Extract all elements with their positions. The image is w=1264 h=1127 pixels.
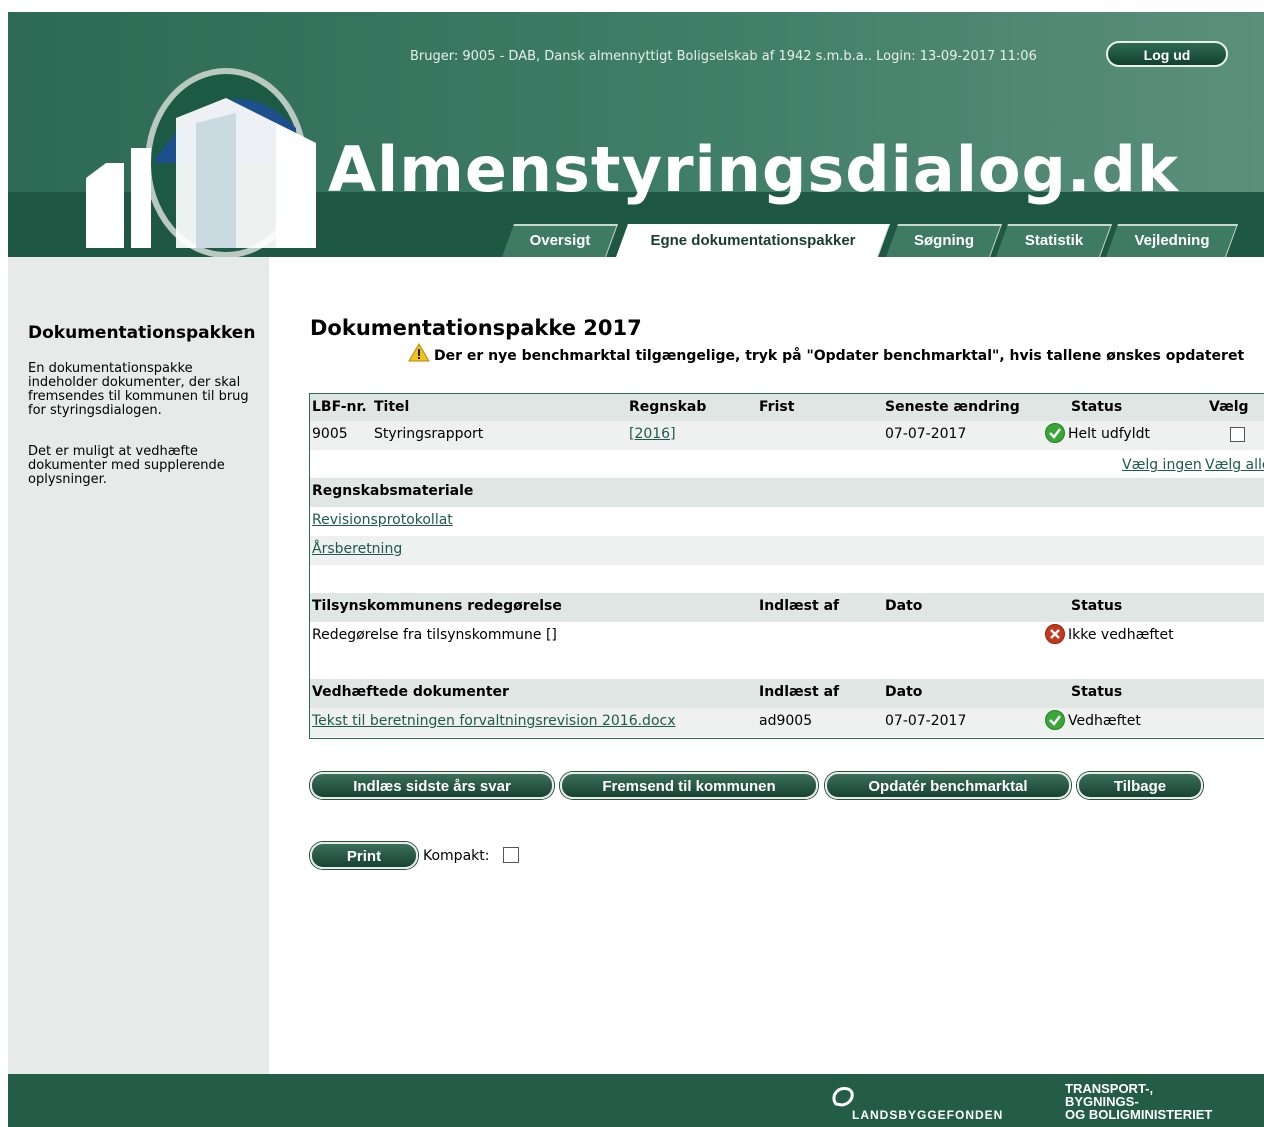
row-status: Helt udfyldt — [1045, 421, 1150, 448]
col-vaelg: Vælg — [1209, 399, 1249, 415]
tab-egne-dokumentationspakker[interactable]: Egne dokumentationspakker — [615, 224, 891, 257]
select-all-link[interactable]: Vælg alle — [1205, 452, 1264, 479]
error-circle-icon — [1045, 624, 1065, 644]
row-titel: Styringsrapport — [374, 426, 484, 442]
compact-label: Kompakt: — [423, 848, 490, 864]
select-none-link[interactable]: Vælg ingen — [1122, 452, 1202, 479]
tab-oversigt[interactable]: Oversigt — [501, 224, 619, 257]
tilsyn-title: Redegørelse fra tilsynskommune [] — [312, 627, 557, 643]
attached-indlaest: ad9005 — [759, 713, 813, 729]
regnskab-link[interactable]: [2016] — [629, 421, 676, 448]
revisionsprotokollat-link[interactable]: Revisionsprotokollat — [312, 507, 453, 534]
regnskab-heading: Regnskabsmateriale — [312, 483, 474, 499]
col-status: Status — [1071, 684, 1123, 700]
benchmark-warning: Der er nye benchmarktal tilgængelige, tr… — [408, 343, 1244, 364]
page-title: Dokumentationspakke 2017 — [310, 316, 642, 340]
col-indlaest: Indlæst af — [759, 598, 840, 614]
landsbyggefonden-text: LANDSBYGGEFONDEN — [852, 1108, 1004, 1122]
attached-dato: 07-07-2017 — [885, 713, 967, 729]
check-circle-icon — [1045, 710, 1065, 730]
list-item: Årsberetning — [310, 536, 1264, 565]
user-info: Bruger: 9005 - DAB, Dansk almennyttigt B… — [410, 49, 1037, 64]
check-circle-icon — [1045, 423, 1065, 443]
col-regnskab: Regnskab — [629, 399, 707, 415]
col-lbf: LBF-nr. — [312, 399, 367, 415]
attached-section-header: Vedhæftede dokumenter Indlæst af Dato St… — [310, 679, 1264, 708]
site-header: Bruger: 9005 - DAB, Dansk almennyttigt B… — [8, 12, 1264, 257]
select-report-checkbox[interactable] — [1230, 427, 1245, 442]
compact-checkbox[interactable] — [503, 847, 519, 863]
print-button[interactable]: Print — [310, 842, 418, 869]
attached-document-link[interactable]: Tekst til beretningen forvaltningsrevisi… — [312, 708, 676, 735]
tilsyn-heading: Tilsynskommunens redegørelse — [312, 598, 562, 614]
attached-status: Vedhæftet — [1045, 708, 1141, 735]
col-titel: Titel — [374, 399, 410, 415]
attached-heading: Vedhæftede dokumenter — [312, 684, 509, 700]
regnskab-section-header: Regnskabsmateriale — [310, 478, 1264, 507]
documentation-table: LBF-nr. Titel Regnskab Frist Seneste ænd… — [309, 393, 1264, 739]
list-item: Revisionsprotokollat — [310, 507, 1264, 536]
col-status: Status — [1071, 399, 1123, 415]
select-links-row: Vælg ingen Vælg alle — [310, 450, 1264, 479]
send-to-municipality-button[interactable]: Fremsend til kommunen — [560, 772, 818, 799]
tilsyn-status: Ikke vedhæftet — [1045, 622, 1174, 649]
sidebar-paragraph-1: En dokumentationspakke indeholder dokume… — [28, 361, 249, 418]
report-table-header: LBF-nr. Titel Regnskab Frist Seneste ænd… — [310, 394, 1264, 423]
logout-button[interactable]: Log ud — [1106, 41, 1228, 67]
ministry-line-3: OG BOLIGMINISTERIET — [1065, 1107, 1213, 1122]
site-title: Almenstyringsdialog.dk — [328, 133, 1180, 206]
col-frist: Frist — [759, 399, 795, 415]
main-nav-tabs: Oversigt Egne dokumentationspakker Søgni… — [8, 224, 1264, 257]
col-seneste: Seneste ændring — [885, 399, 1020, 415]
col-indlaest: Indlæst af — [759, 684, 840, 700]
table-row: Redegørelse fra tilsynskommune [] Ikke v… — [310, 622, 1264, 651]
table-row: Tekst til beretningen forvaltningsrevisi… — [310, 708, 1264, 737]
col-status: Status — [1071, 598, 1123, 614]
tab-vejledning[interactable]: Vejledning — [1105, 224, 1239, 257]
tab-soegning[interactable]: Søgning — [885, 224, 1003, 257]
col-dato: Dato — [885, 598, 923, 614]
ministry-name: TRANSPORT-, BYGNINGS- OG BOLIGMINISTERIE… — [1065, 1082, 1255, 1121]
table-row: 9005 Styringsrapport [2016] 07-07-2017 H… — [310, 421, 1264, 450]
warning-text: Der er nye benchmarktal tilgængelige, tr… — [434, 348, 1245, 364]
sidebar-title: Dokumentationspakken — [28, 323, 256, 343]
col-dato: Dato — [885, 684, 923, 700]
warning-icon — [408, 343, 430, 362]
back-button[interactable]: Tilbage — [1077, 772, 1203, 799]
sidebar-paragraph-2: Det er muligt at vedhæfte dokumenter med… — [28, 444, 225, 487]
landsbyggefonden-logo-icon — [832, 1086, 854, 1107]
row-seneste: 07-07-2017 — [885, 426, 967, 442]
sidebar: Dokumentationspakken En dokumentationspa… — [8, 257, 269, 1074]
row-lbf: 9005 — [312, 426, 348, 442]
tilsyn-section-header: Tilsynskommunens redegørelse Indlæst af … — [310, 593, 1264, 622]
tab-statistik[interactable]: Statistik — [995, 224, 1113, 257]
aarsberetning-link[interactable]: Årsberetning — [312, 536, 402, 563]
load-last-year-button[interactable]: Indlæs sidste års svar — [310, 772, 554, 799]
update-benchmark-button[interactable]: Opdatér benchmarktal — [825, 772, 1071, 799]
